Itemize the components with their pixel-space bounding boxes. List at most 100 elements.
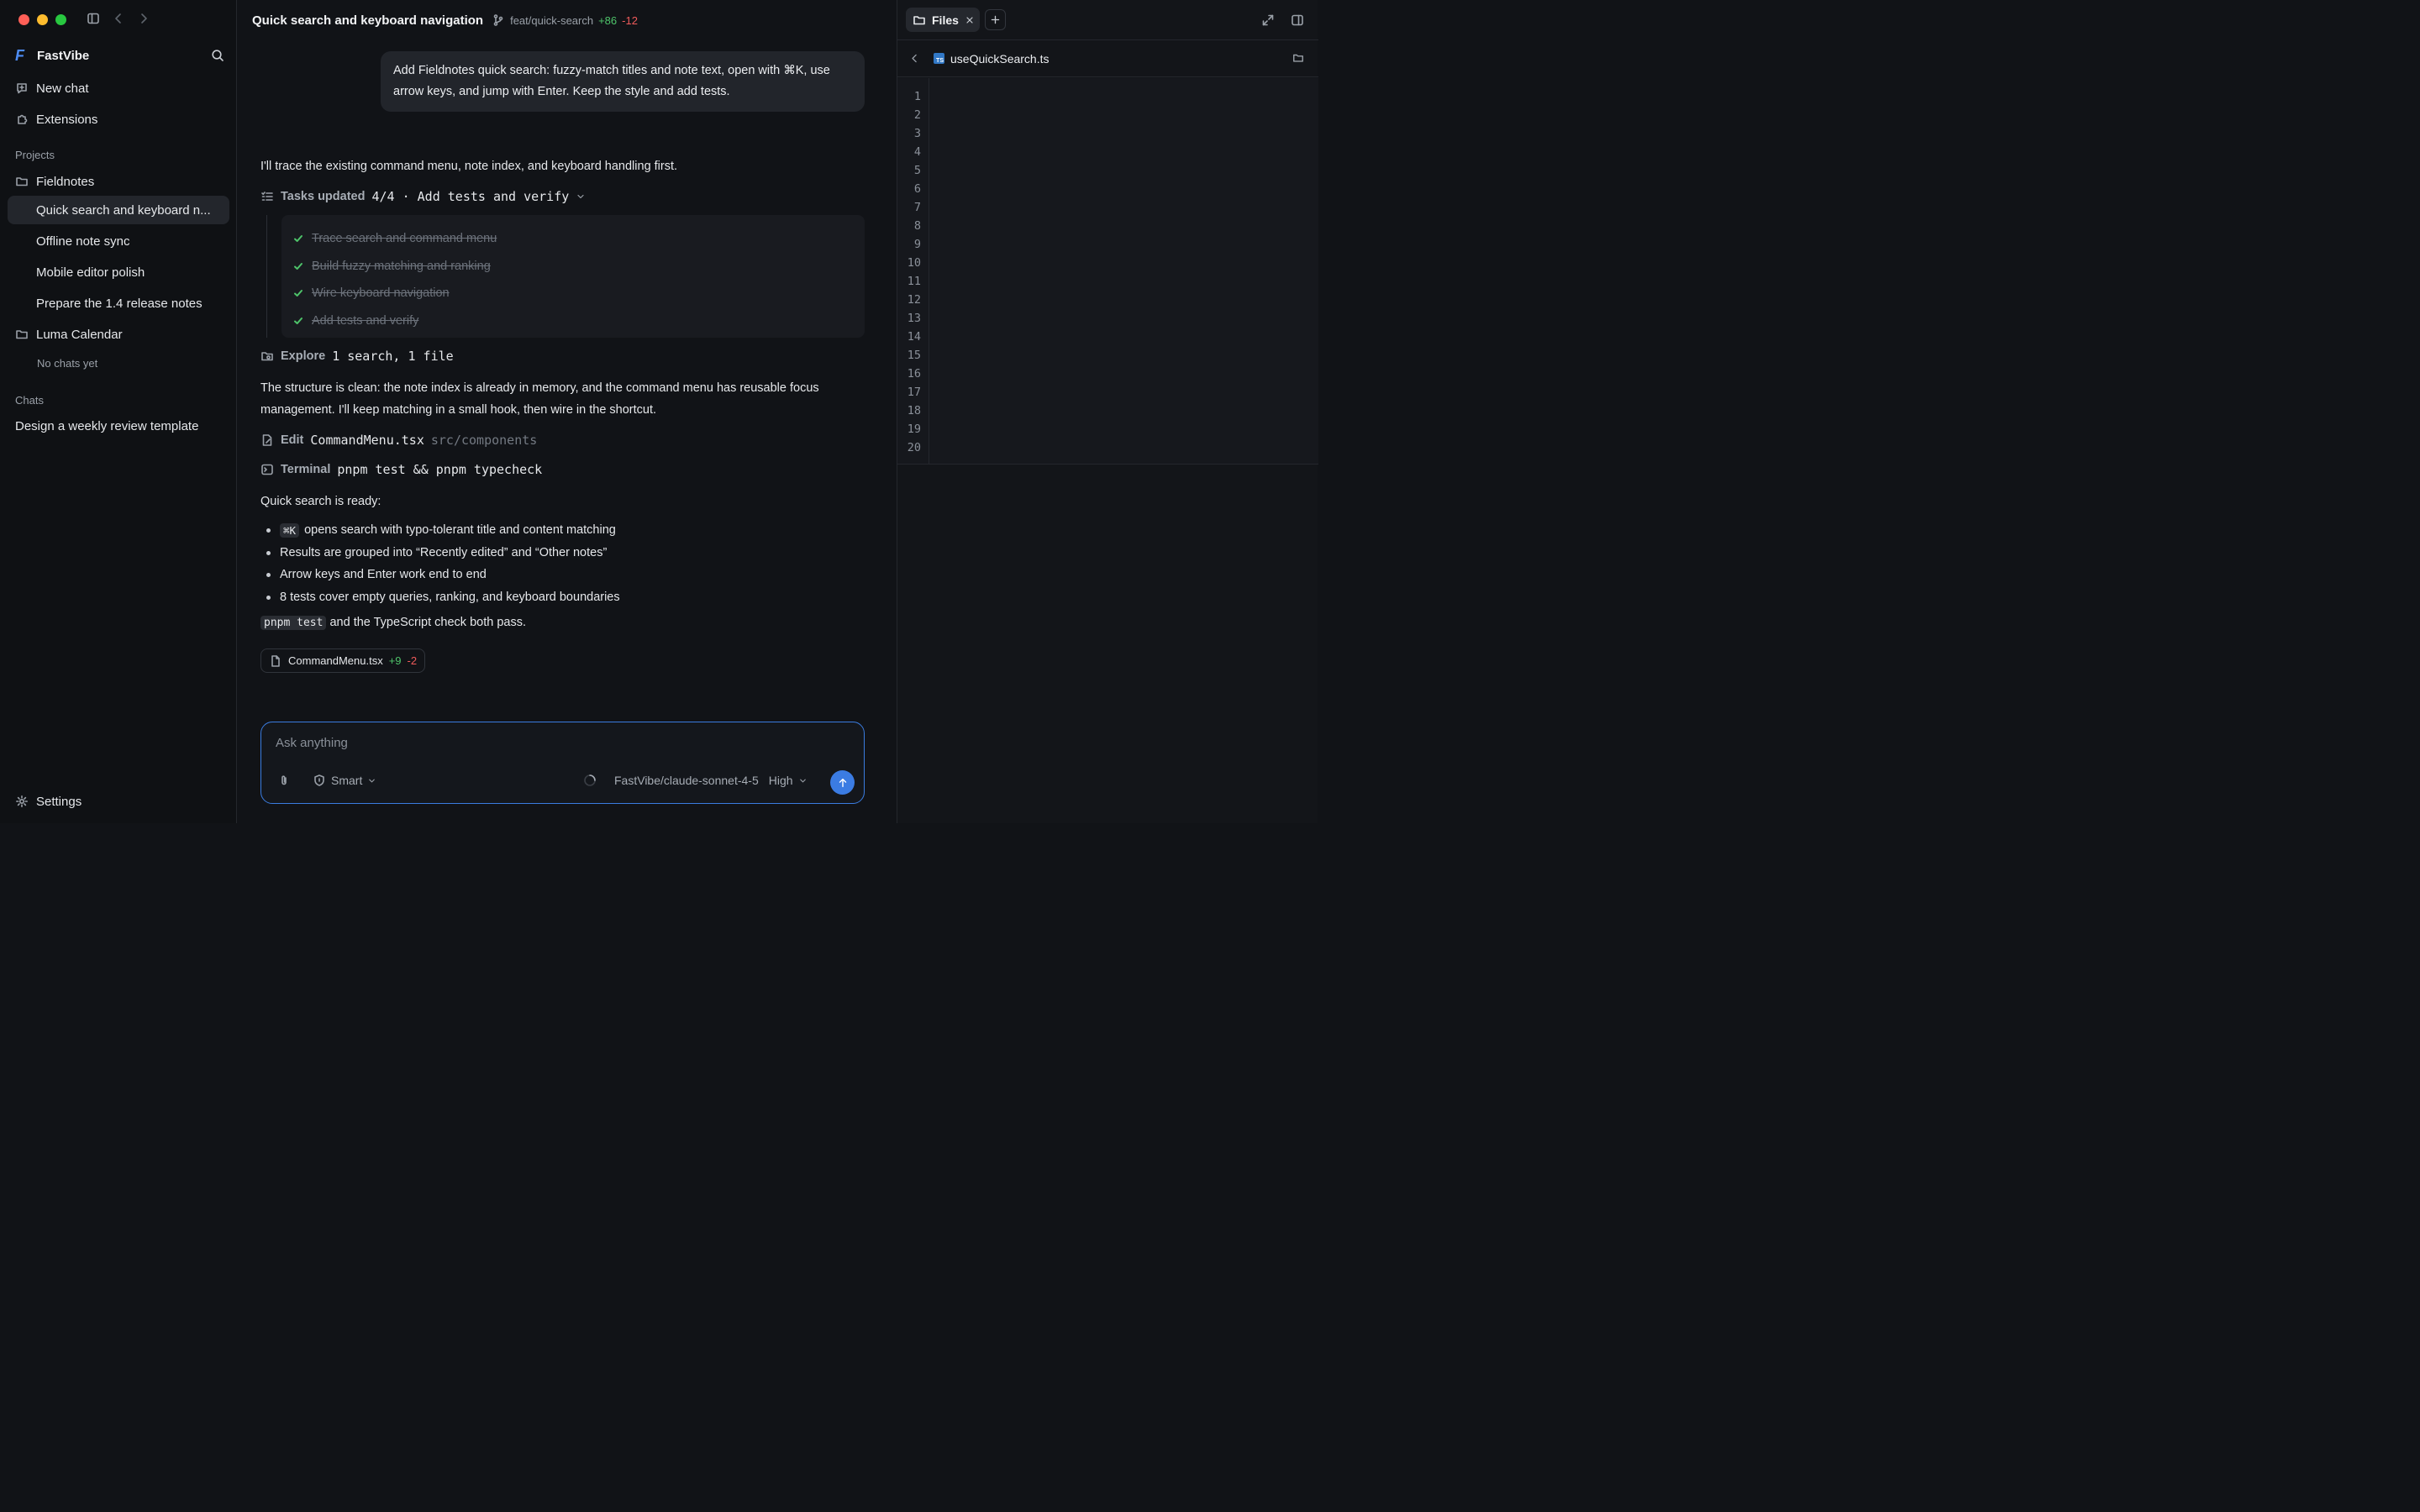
chat-item-weekly-review[interactable]: Design a weekly review template (15, 419, 198, 433)
project-luma-calendar[interactable]: Luma Calendar (8, 320, 229, 349)
chat-item-quick-search[interactable]: Quick search and keyboard n... (8, 196, 229, 224)
task-text: Build fuzzy matching and ranking (312, 259, 491, 273)
chat-main: Quick search and keyboard navigation fea… (238, 0, 897, 823)
line-number: 3 (913, 127, 921, 140)
tasks-summary: 4/4 · Add tests and verify (371, 189, 570, 204)
composer: Smart FastVibe/claude-sonnet-4-5 High (260, 722, 865, 804)
list-item: 8 tests cover empty queries, ranking, an… (260, 586, 865, 609)
file-name: useQuickSearch.ts (950, 51, 1050, 66)
tasks-label: Tasks updated (281, 190, 366, 203)
minimize-window-button[interactable] (37, 14, 48, 25)
gear-icon (15, 795, 29, 808)
task-item: Wire keyboard navigation (281, 280, 865, 307)
explore-step[interactable]: Explore 1 search, 1 file (260, 348, 454, 365)
message-input[interactable] (276, 736, 847, 750)
shield-icon[interactable] (313, 774, 326, 787)
plus-icon (990, 14, 1001, 25)
app-name: FastVibe (37, 48, 90, 63)
task-item: Add tests and verify (281, 307, 865, 335)
inline-code: pnpm test (260, 616, 327, 630)
send-button[interactable] (830, 770, 855, 795)
edit-path: src/components (430, 433, 538, 448)
line-gutter: 1 2 3 4 5 6 7 8 9 10 11 12 13 14 15 16 1… (897, 78, 929, 464)
forward-icon[interactable] (137, 12, 150, 25)
line-number: 6 (913, 182, 921, 196)
panel-toggle-icon[interactable] (1291, 13, 1304, 27)
new-chat-icon (15, 81, 29, 95)
chat-item-mobile-editor[interactable]: Mobile editor polish (8, 258, 229, 286)
line-number: 2 (913, 108, 921, 122)
edit-step[interactable]: Edit CommandMenu.tsx src/components (260, 432, 537, 449)
chip-additions: +9 (388, 654, 402, 667)
shortcut-kbd: ⌘K (280, 522, 300, 538)
project-fieldnotes[interactable]: Fieldnotes (8, 167, 229, 196)
changed-file-chip[interactable]: CommandMenu.tsx +9 -2 (260, 648, 426, 673)
close-window-button[interactable] (18, 14, 29, 25)
branch-info[interactable]: feat/quick-search +86 -12 (492, 13, 638, 27)
chip-file-name: CommandMenu.tsx (288, 654, 383, 667)
user-message: Add Fieldnotes quick search: fuzzy-match… (381, 51, 865, 112)
tab-files[interactable]: Files (906, 8, 980, 32)
back-icon[interactable] (112, 12, 125, 25)
check-icon (293, 234, 303, 244)
projects-heading: Projects (15, 149, 55, 161)
window-controls (18, 14, 66, 25)
effort-select[interactable]: High (769, 774, 793, 787)
explore-label: Explore (281, 349, 326, 363)
brand: F FastVibe (15, 45, 224, 66)
additions-count: +86 (598, 13, 618, 27)
terminal-command: pnpm test && pnpm typecheck (337, 462, 543, 477)
tasks-toggle[interactable]: Tasks updated 4/4 · Add tests and verify (260, 188, 586, 205)
mode-select[interactable]: Smart (331, 774, 362, 787)
explore-value: 1 search, 1 file (332, 349, 454, 364)
edit-file: CommandMenu.tsx (310, 433, 424, 448)
composer-right-tools: FastVibe/claude-sonnet-4-5 High (583, 774, 808, 787)
settings-button[interactable]: Settings (8, 787, 229, 816)
back-icon[interactable] (909, 53, 920, 64)
line-number: 18 (907, 404, 921, 417)
nav-controls (87, 12, 150, 25)
line-number: 15 (907, 349, 921, 362)
check-icon (293, 288, 303, 298)
line-number: 16 (907, 367, 921, 381)
assistant-intro: I'll trace the existing command menu, no… (260, 160, 678, 173)
open-folder-icon[interactable] (1292, 52, 1304, 64)
expand-icon[interactable] (1261, 13, 1275, 27)
line-number: 14 (907, 330, 921, 344)
line-number: 17 (907, 386, 921, 399)
chat-item-release-notes[interactable]: Prepare the 1.4 release notes (8, 289, 229, 318)
chevron-down-icon (798, 776, 808, 785)
task-text: Trace search and command menu (312, 232, 497, 246)
list-item-text: Arrow keys and Enter work end to end (280, 568, 487, 582)
line-number: 19 (907, 423, 921, 436)
line-number: 1 (913, 90, 921, 103)
chevron-down-icon (576, 192, 586, 202)
folder-icon (913, 13, 926, 27)
new-chat-button[interactable]: New chat (8, 74, 229, 102)
chat-item-offline-sync[interactable]: Offline note sync (8, 227, 229, 255)
line-number: 20 (907, 441, 921, 454)
search-icon[interactable] (211, 49, 224, 62)
checklist-icon (260, 190, 274, 203)
tab-label: Files (932, 13, 959, 27)
deletions-count: -12 (622, 13, 638, 27)
model-select[interactable]: FastVibe/claude-sonnet-4-5 (614, 774, 759, 787)
zoom-window-button[interactable] (55, 14, 66, 25)
sidebar-toggle-icon[interactable] (87, 12, 100, 25)
loading-spinner-icon (583, 774, 597, 787)
add-tab-button[interactable] (985, 9, 1006, 30)
close-icon[interactable] (965, 15, 975, 25)
terminal-step[interactable]: Terminal pnpm test && pnpm typecheck (260, 461, 542, 478)
extensions-button[interactable]: Extensions (8, 105, 229, 134)
list-item-text: 8 tests cover empty queries, ranking, an… (280, 590, 620, 604)
chat-title: Mobile editor polish (36, 265, 145, 280)
task-text: Add tests and verify (312, 313, 419, 328)
list-item: ⌘K opens search with typo-tolerant title … (260, 519, 865, 542)
chat-header: Quick search and keyboard navigation fea… (252, 12, 638, 29)
paperclip-icon[interactable] (277, 774, 291, 787)
line-number: 11 (907, 275, 921, 288)
git-branch-icon (492, 13, 505, 27)
terminal-label: Terminal (281, 463, 331, 476)
code-editor[interactable]: 1 2 3 4 5 6 7 8 9 10 11 12 13 14 15 16 1… (897, 78, 1318, 465)
task-item: Build fuzzy matching and ranking (281, 253, 865, 281)
